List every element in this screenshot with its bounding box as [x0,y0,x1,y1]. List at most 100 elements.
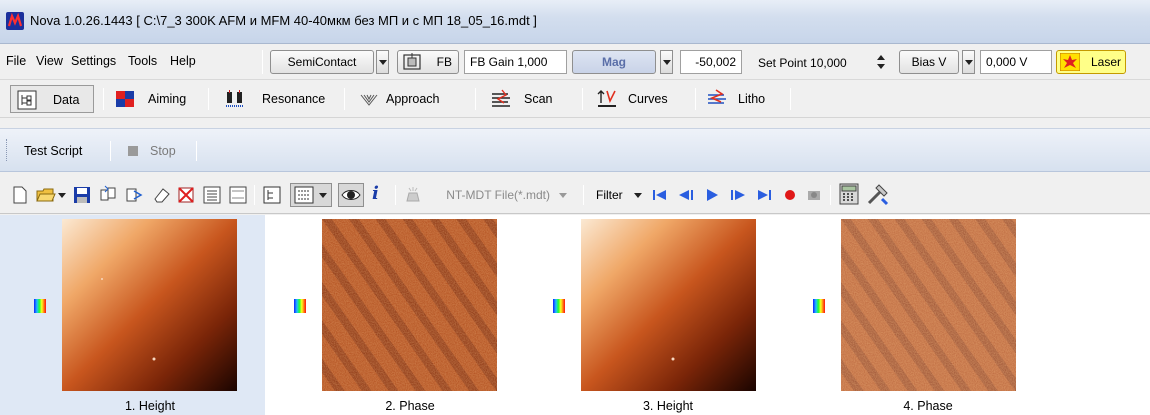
separator [395,185,396,205]
eye-icon [341,190,361,200]
laser-button[interactable]: Laser [1056,50,1126,74]
tab-litho[interactable]: Litho [706,85,778,113]
data-tree-icon[interactable] [262,185,282,205]
stop-script-button[interactable]: Stop [128,139,176,163]
spacer [0,118,1150,128]
height-image [581,219,756,391]
separator [344,88,345,110]
run-test-script-button[interactable]: Test Script [24,139,82,163]
menu-settings[interactable]: Settings [71,54,116,68]
menu-view[interactable]: View [36,54,63,68]
record-icon[interactable] [780,185,800,205]
preview-toggle-button[interactable] [338,183,364,207]
delete-frame-icon[interactable] [176,185,196,205]
mode-dropdown-arrow[interactable] [376,50,389,74]
auto-process-icon[interactable] [403,185,423,205]
nova-app-icon [6,12,24,30]
file-toolbar: i NT-MDT File(*.mdt) Filter [0,176,1150,214]
tab-curves[interactable]: Curves [596,85,682,113]
play-icon[interactable] [702,185,722,205]
open-folder-icon[interactable] [36,185,56,205]
data-icon [17,90,37,110]
thumbnail-caption: 4. Phase [903,399,953,413]
signal-select[interactable]: Mag [572,50,656,74]
fb-button[interactable]: FB [397,50,459,74]
separator [830,185,831,205]
first-frame-icon[interactable] [650,185,670,205]
table-view-icon[interactable] [202,185,222,205]
separator [262,50,263,74]
calculator-icon[interactable] [838,183,860,205]
separator [475,88,476,110]
separator [582,88,583,110]
menu-tools[interactable]: Tools [128,54,157,68]
laser-icon [1060,53,1080,71]
image-gallery: 1. Height 2. Phase 3. Height 4. Phase [0,215,1150,415]
window-title: Nova 1.0.26.1443 [ C:\7_3 300K AFM и MFM… [30,13,537,28]
import-icon[interactable] [98,185,118,205]
tools-icon[interactable] [866,182,890,206]
separator [103,88,104,110]
palette-icon [34,299,46,313]
palette-icon [813,299,825,313]
separator [695,88,696,110]
height-image [62,219,237,391]
view-mode-button[interactable] [290,183,332,207]
aiming-icon [116,91,134,107]
fb-label: FB [436,55,452,69]
thumbnail-caption: 1. Height [124,399,176,413]
info-icon[interactable]: i [372,183,386,207]
export-icon[interactable] [124,185,144,205]
tab-litho-label: Litho [738,92,766,106]
signal-dropdown-arrow[interactable] [660,50,673,74]
laser-label: Laser [1090,55,1121,69]
phase-image [841,219,1016,391]
tab-approach[interactable]: Approach [358,85,468,113]
signal-value-field[interactable]: -50,002 [680,50,742,74]
title-bar: Nova 1.0.26.1443 [ C:\7_3 300K AFM и MFM… [0,0,1150,44]
thumbnail-caption: 2. Phase [385,399,435,413]
grip-handle[interactable] [6,139,9,161]
menu-help[interactable]: Help [170,54,196,68]
bias-mode-select[interactable]: Bias V [899,50,959,74]
bias-value-field[interactable]: 0,000 V [980,50,1052,74]
file-type-select[interactable]: NT-MDT File(*.mdt) [430,188,550,202]
thumbnail-caption: 3. Height [642,399,694,413]
filter-button[interactable]: Filter [596,188,623,202]
spinner-arrows-icon [877,55,885,69]
view-dropdown-icon [319,193,327,198]
open-dropdown-icon[interactable] [58,193,66,199]
curves-icon [597,90,616,107]
mode-select[interactable]: SemiContact [270,50,374,74]
thumbnail-grid-icon [294,186,314,204]
filter-dropdown-icon[interactable] [634,193,642,199]
log-book-icon[interactable] [228,185,248,205]
eraser-icon[interactable] [152,185,172,205]
save-icon[interactable] [72,185,92,205]
fb-gain-field[interactable]: FB Gain 1,000 [464,50,567,74]
scan-icon [492,89,510,107]
menu-file[interactable]: File [6,54,26,68]
palette-icon [294,299,306,313]
separator [790,88,791,110]
tab-aiming[interactable]: Aiming [114,85,204,113]
last-frame-icon[interactable] [754,185,774,205]
next-frame-icon[interactable] [728,185,748,205]
separator [196,141,197,161]
tab-data[interactable]: Data [10,85,94,113]
separator [583,185,584,205]
tab-resonance-label: Resonance [262,92,326,106]
new-file-icon[interactable] [10,185,30,205]
phase-image [322,219,497,391]
tab-resonance[interactable]: Resonance [224,85,342,113]
tab-scan[interactable]: Scan [490,85,570,113]
camera-icon[interactable] [804,185,824,205]
palette-icon [553,299,565,313]
tab-aiming-label: Aiming [148,92,187,106]
set-point-spinner[interactable] [876,52,886,72]
previous-frame-icon[interactable] [676,185,696,205]
resonance-icon [226,90,244,107]
feedback-icon [403,53,421,70]
file-type-dropdown-icon[interactable] [559,193,567,199]
bias-dropdown-arrow[interactable] [962,50,975,74]
